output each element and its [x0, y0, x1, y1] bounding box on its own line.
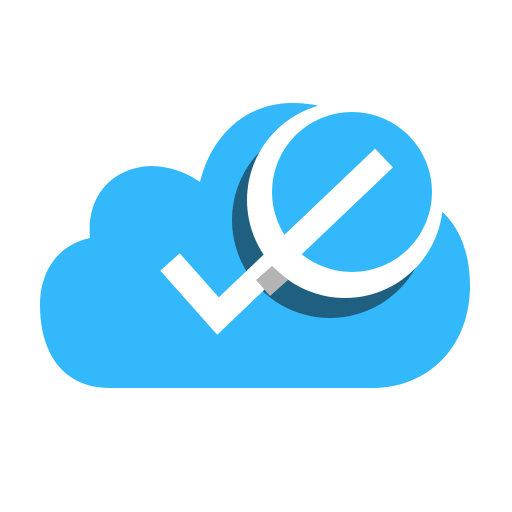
- app-icon-canvas: [0, 0, 512, 512]
- cloud-check-e-icon: [40, 102, 470, 388]
